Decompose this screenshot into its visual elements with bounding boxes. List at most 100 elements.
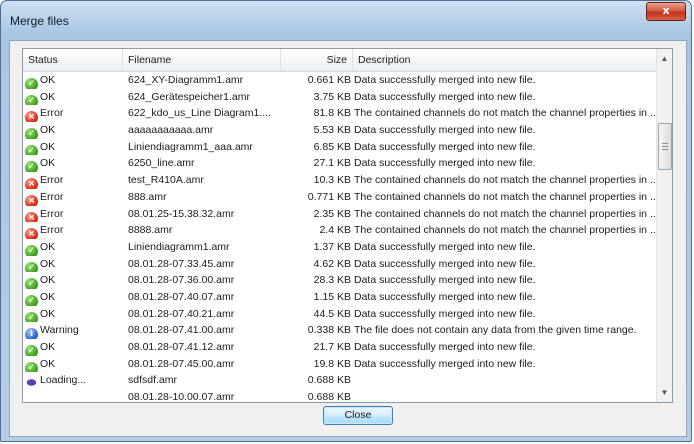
status-cell: ✓ OK xyxy=(25,289,121,306)
filename-cell: 6250_line.amr xyxy=(128,157,195,170)
column-header-status[interactable]: Status xyxy=(23,49,123,71)
size-cell: 19.8 KB xyxy=(313,357,351,370)
table-row[interactable]: ✓ OK 08.01.28-07.45.00.amr 19.8 KB Data succ… xyxy=(23,356,657,373)
filename-cell: 08.01.28-07.41.00.amr xyxy=(128,324,235,337)
merge-results-list[interactable]: Status Filename Size Description ✓ OK 624_… xyxy=(22,48,673,403)
table-row[interactable]: ✓ OK 08.01.28-07.40.21.amr 44.5 KB Data succ… xyxy=(23,306,657,323)
table-row[interactable]: ✓ OK Liniendiagramm1_aaa.amr 6.85 KB Data su… xyxy=(23,139,657,156)
size-cell: 4.62 KB xyxy=(313,257,351,270)
ok-icon: ✓ xyxy=(25,94,38,106)
table-row[interactable]: × Error 888.amr 0.771 KB The contained chann… xyxy=(23,189,659,206)
filename-cell: 08.01.25-15.38.32.amr xyxy=(128,207,235,220)
filename-cell: 08.01.28-07.45.00.amr xyxy=(128,357,235,370)
status-cell: × Error xyxy=(25,189,121,206)
grip-line xyxy=(662,146,668,147)
description-cell: Data successfully merged into new file. xyxy=(354,90,536,103)
list-rows: ✓ OK 624_XY-Diagramm1.amr 0.661 KB Data succ… xyxy=(23,72,659,403)
column-header-size[interactable]: Size xyxy=(281,49,353,71)
ok-icon: ✓ xyxy=(25,361,38,373)
size-cell: 0.338 KB xyxy=(307,324,351,337)
filename-cell: 08.01.28-07.40.21.amr xyxy=(128,307,235,320)
ok-icon: ✓ xyxy=(25,294,38,306)
status-cell: ✓ OK xyxy=(25,356,121,373)
status-cell xyxy=(25,389,121,402)
ok-icon: ✓ xyxy=(25,261,38,273)
ok-icon: ✓ xyxy=(25,345,38,356)
size-cell: 81.8 KB xyxy=(313,107,351,120)
description-cell: Data successfully merged into new file. xyxy=(354,124,536,137)
status-label: Error xyxy=(40,224,64,237)
table-row[interactable]: ✓ OK 08.01.28-07.40.07.amr 1.15 KB Data succ… xyxy=(23,289,657,306)
filename-cell: Liniendiagramm1_aaa.amr xyxy=(128,140,253,153)
table-row[interactable]: ✓ OK aaaaaaaaaaa.amr 5.53 KB Data successful… xyxy=(23,122,657,139)
status-label: OK xyxy=(40,341,56,353)
status-cell: ⬬ Loading... xyxy=(25,372,121,389)
table-row[interactable]: ✓ OK 08.01.28-07.33.45.amr 4.62 KB Data succ… xyxy=(23,256,657,273)
grip-line xyxy=(662,143,668,144)
status-label: OK xyxy=(40,240,56,253)
column-header-description[interactable]: Description xyxy=(353,49,657,71)
size-cell: 0.771 KB xyxy=(307,190,351,203)
description-cell: Data successfully merged into new file. xyxy=(354,74,536,86)
table-row[interactable]: ✓ OK 624_Gerätespeicher1.amr 3.75 KB Data su… xyxy=(23,89,657,106)
table-row[interactable]: i Warning 08.01.28-07.41.00.amr 0.338 KB The… xyxy=(23,322,657,339)
size-cell: 1.37 KB xyxy=(313,240,351,253)
table-row[interactable]: 08.01.28-10.00.07.amr 0.688 KB xyxy=(23,389,657,403)
table-row[interactable]: ✓ OK 6250_line.amr 27.1 KB Data successfully… xyxy=(23,155,657,173)
close-button[interactable]: Close xyxy=(323,406,393,425)
error-icon: × xyxy=(25,111,38,123)
status-cell: ✓ OK xyxy=(25,72,121,89)
size-cell: 2.35 KB xyxy=(313,207,351,220)
filename-cell: 08.01.28-07.41.12.amr xyxy=(128,341,235,353)
filename-cell: 08.01.28-10.00.07.amr xyxy=(128,391,235,403)
size-cell: 21.7 KB xyxy=(313,341,351,353)
size-cell: 28.3 KB xyxy=(313,274,351,287)
status-cell: ✓ OK xyxy=(25,122,121,139)
ok-icon: ✓ xyxy=(25,144,38,156)
filename-cell: Liniendiagramm1.amr xyxy=(128,240,230,253)
description-cell: Data successfully merged into new file. xyxy=(354,290,536,303)
table-row[interactable]: × Error 08.01.25-15.38.32.amr 2.35 KB The co… xyxy=(23,206,659,223)
description-cell: The contained channels do not match the … xyxy=(354,107,659,120)
error-icon: × xyxy=(25,228,38,239)
description-cell: Data successfully merged into new file. xyxy=(354,357,536,370)
table-row[interactable]: × Error 8888.amr 2.4 KB The contained channe… xyxy=(23,222,659,239)
status-cell: ✓ OK xyxy=(25,155,121,173)
status-cell: ✓ OK xyxy=(25,239,121,256)
table-row[interactable]: ✓ OK 624_XY-Diagramm1.amr 0.661 KB Data succ… xyxy=(23,72,657,89)
status-label: Error xyxy=(40,107,64,120)
error-icon: × xyxy=(25,178,38,189)
description-cell: Data successfully merged into new file. xyxy=(354,240,536,253)
table-row[interactable]: ✓ OK 08.01.28-07.36.00.amr 28.3 KB Data succ… xyxy=(23,272,657,289)
size-cell: 1.15 KB xyxy=(313,290,351,303)
filename-cell: 08.01.28-07.40.07.amr xyxy=(128,290,235,303)
description-cell xyxy=(354,372,659,389)
table-row[interactable]: ⬬ Loading... sdfsdf.amr 0.688 KB xyxy=(23,372,657,389)
table-row[interactable]: ✓ OK 08.01.28-07.41.12.amr 21.7 KB Data succ… xyxy=(23,339,657,356)
window-close-button[interactable]: x xyxy=(646,2,686,21)
ok-icon: ✓ xyxy=(25,161,38,173)
column-header-filename[interactable]: Filename xyxy=(123,49,281,71)
table-row[interactable]: × Error 622_kdo_us_Line Diagram1.... 81.8 K… xyxy=(23,105,659,123)
scrollbar-thumb[interactable] xyxy=(658,123,672,170)
description-cell: The contained channels do not match the … xyxy=(354,174,659,187)
loading-icon: ⬬ xyxy=(26,376,37,390)
status-label: Error xyxy=(40,207,64,220)
status-cell: × Error xyxy=(25,206,121,223)
status-cell: ✓ OK xyxy=(25,306,121,323)
size-cell: 3.75 KB xyxy=(313,90,351,103)
table-row[interactable]: × Error test_R410A.amr 10.3 KB The contained… xyxy=(23,172,659,189)
size-cell: 0.688 KB xyxy=(307,391,351,403)
status-label: OK xyxy=(40,74,56,86)
scroll-down-arrow-icon[interactable]: ▼ xyxy=(657,385,672,400)
size-cell: 5.53 KB xyxy=(313,124,351,137)
scroll-up-arrow-icon[interactable]: ▲ xyxy=(657,51,672,66)
ok-icon: ✓ xyxy=(25,78,38,89)
size-cell: 2.4 KB xyxy=(319,224,351,237)
vertical-scrollbar[interactable]: ▲ ▼ xyxy=(656,49,672,402)
description-cell: Data successfully merged into new file. xyxy=(354,274,536,287)
grip-line xyxy=(662,149,668,150)
filename-cell: 08.01.28-07.33.45.amr xyxy=(128,257,235,270)
status-label: OK xyxy=(40,307,56,320)
table-row[interactable]: ✓ OK Liniendiagramm1.amr 1.37 KB Data succes… xyxy=(23,239,657,256)
